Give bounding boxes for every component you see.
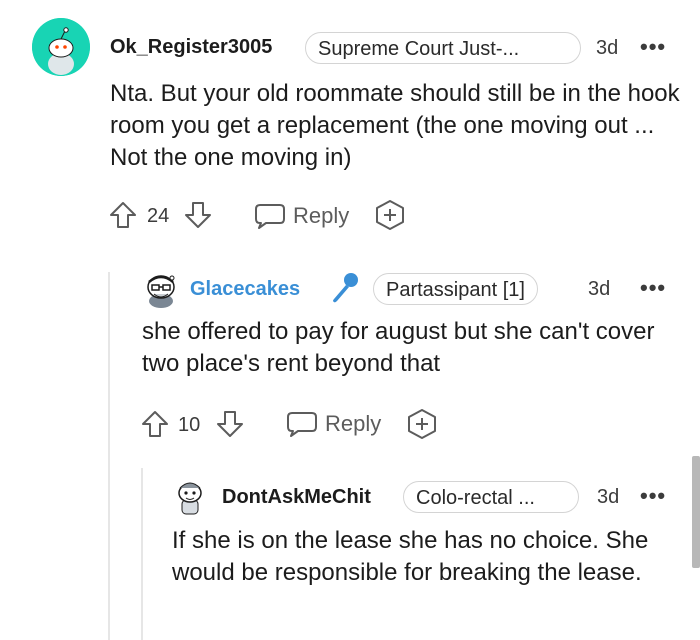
snoo-avatar-icon: [178, 482, 202, 515]
user-avatar[interactable]: [32, 18, 90, 76]
upvote-icon: [142, 411, 168, 437]
user-flair: Supreme Court Just-...: [305, 32, 581, 64]
upvote-button[interactable]: [108, 200, 138, 230]
user-flair: Partassipant [1]: [373, 273, 538, 305]
comment-body: she offered to pay for august but she ca…: [142, 318, 655, 377]
snoo-avatar-icon: [32, 18, 90, 76]
user-flair: Colo-rectal ...: [403, 481, 579, 513]
thread-line-level-1[interactable]: [108, 272, 110, 640]
downvote-icon: [217, 411, 243, 437]
comment-age: 3d: [596, 37, 619, 59]
comment-username[interactable]: Ok_Register3005: [110, 36, 272, 59]
more-options-button[interactable]: •••: [640, 36, 666, 58]
comment-body: If she is on the lease she has no choice…: [172, 527, 649, 586]
reply-bubble-icon: [287, 412, 317, 437]
reply-label: Reply: [293, 203, 350, 228]
add-award-icon: [376, 200, 404, 230]
reply-label: Reply: [325, 411, 382, 436]
upvote-icon: [110, 202, 136, 228]
add-award-button[interactable]: [374, 199, 406, 231]
comment-username-op[interactable]: Glacecakes: [190, 278, 300, 301]
scrollbar-thumb[interactable]: [692, 456, 700, 568]
add-award-button[interactable]: [406, 408, 438, 440]
add-award-icon: [408, 409, 436, 439]
downvote-button[interactable]: [215, 409, 245, 439]
comment-body: Nta. But your old roommate should still …: [110, 80, 680, 171]
reply-bubble-icon: [255, 204, 285, 229]
snoo-avatar-icon: [147, 275, 175, 308]
vote-count: 10: [178, 414, 201, 436]
downvote-button[interactable]: [183, 200, 213, 230]
more-options-button[interactable]: •••: [640, 277, 666, 299]
user-avatar[interactable]: [174, 478, 206, 516]
more-options-button[interactable]: •••: [640, 485, 666, 507]
comment-age: 3d: [588, 278, 611, 300]
comment-age: 3d: [597, 486, 620, 508]
user-avatar[interactable]: [142, 270, 180, 308]
vote-count: 24: [147, 205, 170, 227]
reply-button[interactable]: Reply: [254, 201, 354, 231]
upvote-button[interactable]: [140, 409, 170, 439]
comment-username[interactable]: DontAskMeChit: [222, 486, 371, 509]
thread-line-level-2[interactable]: [141, 468, 143, 640]
downvote-icon: [185, 202, 211, 228]
reply-button[interactable]: Reply: [286, 409, 386, 439]
microphone-icon: [328, 270, 360, 304]
